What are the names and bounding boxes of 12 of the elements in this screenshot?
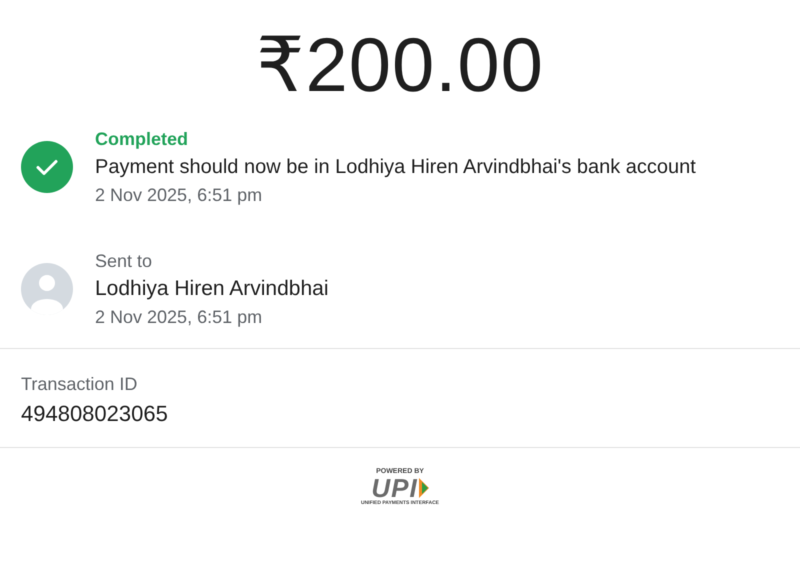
sent-time: 2 Nov 2025, 6:51 pm [95,306,264,328]
upi-logo-text: UPI [371,476,418,500]
transaction-id: 494808023065 [21,401,169,427]
recipient-name: Lodhiya Hiren Arvindbhai [95,276,328,302]
status-time: 2 Nov 2025, 6:51 pm [95,184,264,206]
arrow-icon [418,478,429,498]
status-message: Payment should now be in Lodhiya Hiren Arvindbhai's bank account [95,155,696,180]
transaction-id-label: Transaction ID [21,373,138,395]
sent-to-label: Sent to [95,250,154,272]
status-label: Completed [95,128,190,150]
amount: ₹200.00 [255,24,545,108]
avatar-icon [21,263,73,315]
